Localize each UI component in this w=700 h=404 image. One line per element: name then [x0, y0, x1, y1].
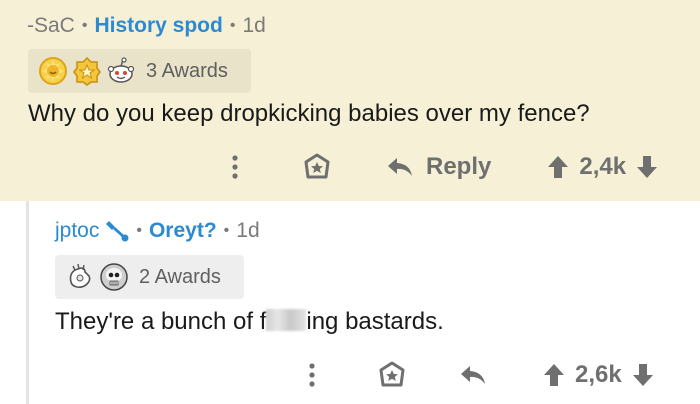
reply-label: Reply	[426, 153, 492, 180]
gift-star-icon	[304, 153, 330, 179]
censored-blur	[266, 309, 307, 331]
comment-author[interactable]: jptoc	[55, 219, 99, 243]
downvote-button[interactable]	[636, 155, 658, 179]
comment-meta: jptoc • Oreyt? • 1d	[55, 219, 260, 243]
more-options-button[interactable]	[220, 154, 250, 180]
reply-button[interactable]	[459, 364, 487, 386]
comment-body: Why do you keep dropkicking babies over …	[28, 100, 590, 127]
give-award-button[interactable]	[302, 152, 332, 182]
sun-award-icon	[38, 56, 68, 86]
gift-star-icon	[379, 361, 405, 387]
comment-actions: Reply 2,4k	[220, 152, 658, 182]
vertical-dots-icon	[309, 363, 315, 387]
hand-award-icon	[65, 262, 95, 292]
comment-reply: jptoc • Oreyt? • 1d 2 Awards They're a b…	[0, 201, 700, 404]
upvote-arrow-icon	[544, 364, 564, 386]
comment-body-end: ing bastards.	[306, 308, 444, 335]
user-flair[interactable]: Oreyt?	[149, 219, 217, 243]
comment-thread: -SaC • History spod • 1d 3 Awards Why do…	[0, 0, 700, 404]
comment-age: 1d	[242, 14, 266, 37]
gold-star-award-icon	[72, 56, 102, 86]
give-award-button[interactable]	[377, 360, 407, 390]
score-count: 2,4k	[579, 153, 627, 180]
downvote-button[interactable]	[632, 363, 654, 387]
separator-dot: •	[223, 222, 230, 239]
more-options-button[interactable]	[297, 362, 327, 388]
user-flair[interactable]: History spod	[94, 14, 222, 38]
separator-dot: •	[136, 222, 142, 239]
downvote-arrow-icon	[637, 156, 658, 178]
separator-dot: •	[229, 17, 236, 34]
thread-collapse-line[interactable]	[26, 201, 29, 404]
awards-count-label: 3 Awards	[146, 59, 228, 82]
reddit-snoo-award-icon	[106, 56, 136, 86]
downvote-arrow-icon	[632, 364, 653, 386]
comment-author[interactable]: -SaC	[27, 14, 75, 38]
awards-summary[interactable]: 2 Awards	[55, 255, 244, 299]
vertical-dots-icon	[232, 155, 238, 179]
comment-body-start: They're a bunch of f	[55, 308, 267, 335]
awards-summary[interactable]: 3 Awards	[28, 49, 251, 93]
upvote-button[interactable]	[543, 363, 565, 387]
comment-body: They're a bunch of f ing bastards.	[55, 308, 444, 336]
separator-dot: •	[81, 17, 88, 34]
comment-meta: -SaC • History spod • 1d	[27, 14, 266, 38]
reply-button[interactable]: Reply	[386, 153, 491, 181]
upvote-button[interactable]	[547, 155, 569, 179]
reply-arrow-icon	[461, 366, 485, 384]
reply-arrow-icon	[388, 158, 412, 176]
comment-age: 1d	[236, 219, 260, 242]
comment-main: -SaC • History spod • 1d 3 Awards Why do…	[0, 0, 700, 201]
wrench-icon	[103, 220, 129, 242]
score-count: 2,6k	[575, 361, 622, 388]
skull-award-icon	[99, 262, 129, 292]
upvote-arrow-icon	[548, 156, 569, 178]
awards-count-label: 2 Awards	[139, 265, 221, 288]
comment-actions: 2,6k	[297, 360, 654, 390]
